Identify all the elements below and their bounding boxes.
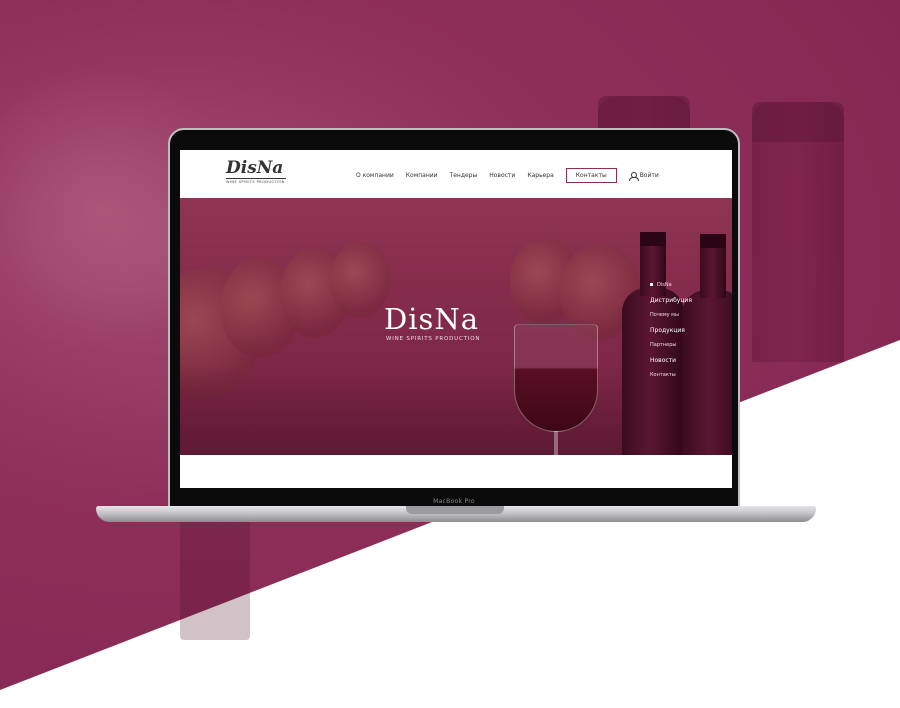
hero-title: DisNa (384, 302, 480, 336)
hero-banner: DisNa WINE SPIRITS PRODUCTION DisNa Дист… (180, 198, 732, 455)
login-link[interactable]: Войти (628, 171, 659, 181)
side-menu-item-contacts[interactable]: Контакты (650, 368, 692, 383)
nav-item-career[interactable]: Карьера (527, 172, 553, 179)
wine-glass-image (514, 324, 598, 455)
contacts-button[interactable]: Контакты (565, 168, 617, 183)
site-header: DisNa WINE SPIRITS PRODUCTION О компании… (180, 150, 732, 198)
logo-underline (226, 178, 286, 179)
user-icon (628, 171, 639, 181)
logo-tagline: WINE SPIRITS PRODUCTION (226, 180, 285, 184)
nav-item-companies[interactable]: Компании (406, 172, 438, 179)
laptop-frame: DisNa WINE SPIRITS PRODUCTION О компании… (168, 128, 740, 510)
nav-item-tenders[interactable]: Тендеры (450, 172, 478, 179)
logo-wordmark: DisNa (226, 158, 284, 178)
hero-subtitle: WINE SPIRITS PRODUCTION (386, 336, 481, 342)
side-menu: DisNa Дистрибуция Почему мы Продукция Па… (650, 278, 692, 383)
main-nav: О компании Компании Тендеры Новости Карь… (356, 168, 659, 183)
side-menu-item-news[interactable]: Новости (650, 353, 692, 368)
content-area (180, 455, 732, 488)
side-menu-item-products[interactable]: Продукция (650, 323, 692, 338)
laptop-screen: DisNa WINE SPIRITS PRODUCTION О компании… (180, 150, 732, 488)
backdrop-bottle (752, 102, 844, 362)
device-label: MacBook Pro (433, 498, 475, 505)
laptop-notch (406, 506, 504, 514)
login-label: Войти (639, 172, 659, 179)
nav-item-news[interactable]: Новости (489, 172, 515, 179)
side-menu-item-disna[interactable]: DisNa (650, 278, 692, 293)
nav-item-about[interactable]: О компании (356, 172, 394, 179)
side-menu-item-partners[interactable]: Партнеры (650, 338, 692, 353)
backdrop-glass (180, 520, 250, 640)
laptop-base (96, 506, 816, 522)
site-logo[interactable]: DisNa WINE SPIRITS PRODUCTION (226, 159, 286, 184)
side-menu-item-distribution[interactable]: Дистрибуция (650, 293, 692, 308)
side-menu-item-why-us[interactable]: Почему мы (650, 308, 692, 323)
